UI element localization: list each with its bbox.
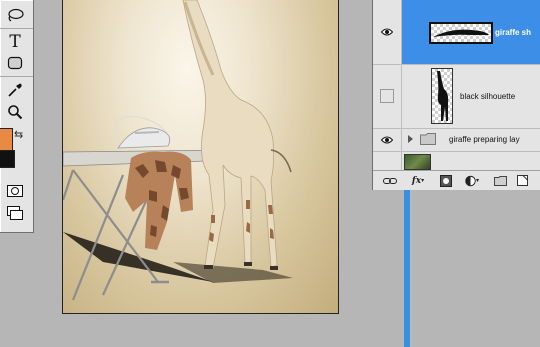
layers-panel: giraffe sh black silhouette giraffe prep… xyxy=(372,0,540,190)
foreground-color-swatch[interactable] xyxy=(0,128,13,152)
background-color-swatch[interactable] xyxy=(0,150,15,168)
layer-visibility-toggle[interactable] xyxy=(373,128,402,151)
folder-icon xyxy=(420,133,436,145)
layer-thumbnail xyxy=(404,154,431,170)
eye-icon xyxy=(381,136,393,143)
layer-row-giraffe-preparing-group[interactable]: giraffe preparing lay xyxy=(373,128,540,152)
fx-icon: fx xyxy=(411,175,422,186)
layer-name: black silhouette xyxy=(460,92,516,101)
panel-scrollbar[interactable] xyxy=(404,190,410,347)
adjustment-layer-icon xyxy=(465,175,476,186)
zoom-tool[interactable] xyxy=(2,101,28,123)
layers-panel-footer: fx ▾ ▾ xyxy=(373,170,540,190)
canvas-artwork xyxy=(63,0,293,301)
iron xyxy=(117,127,171,149)
expand-group-icon[interactable] xyxy=(407,135,414,143)
type-tool[interactable]: T xyxy=(2,31,28,53)
layer-visibility-toggle[interactable] xyxy=(373,0,402,64)
new-group-button[interactable] xyxy=(493,174,507,187)
swap-colors-icon[interactable]: ⇆ xyxy=(14,128,23,141)
layer-row-giraffe-shadow[interactable]: giraffe sh xyxy=(373,0,540,65)
rectangle-shape-tool[interactable] xyxy=(2,52,28,74)
tools-panel: T ⇆ xyxy=(0,0,34,233)
document-canvas[interactable] xyxy=(62,0,339,314)
eyedropper-tool[interactable] xyxy=(2,79,28,101)
new-layer-button[interactable] xyxy=(515,174,529,187)
link-layers-button[interactable] xyxy=(383,174,397,187)
layer-thumbnail xyxy=(429,22,493,44)
add-mask-icon xyxy=(440,174,452,187)
layer-visibility-toggle[interactable] xyxy=(373,64,402,128)
layer-name: giraffe sh xyxy=(495,28,532,37)
quick-mask-icon xyxy=(7,185,23,197)
magnifier-icon xyxy=(8,105,23,120)
type-icon: T xyxy=(9,32,21,52)
eyedropper-icon xyxy=(8,83,22,97)
rounded-rectangle-icon xyxy=(7,56,23,70)
layer-style-button[interactable]: fx ▾ xyxy=(411,174,425,187)
layer-row-image[interactable] xyxy=(373,151,540,170)
screen-mode-icon xyxy=(7,206,23,220)
adjustment-layer-button[interactable]: ▾ xyxy=(465,174,479,187)
new-group-icon xyxy=(493,175,507,186)
hidden-visibility-box xyxy=(380,89,394,103)
lasso-icon xyxy=(8,8,24,22)
eye-icon xyxy=(381,28,393,36)
link-icon xyxy=(383,177,397,184)
layer-row-black-silhouette[interactable]: black silhouette xyxy=(373,64,540,129)
layer-thumbnail xyxy=(431,68,453,124)
new-layer-icon xyxy=(516,175,528,186)
quick-mask-toggle[interactable] xyxy=(2,180,28,202)
layer-name: giraffe preparing lay xyxy=(449,135,520,144)
add-mask-button[interactable] xyxy=(439,174,453,187)
lasso-tool[interactable] xyxy=(2,4,28,26)
screen-mode-button[interactable] xyxy=(2,202,28,224)
layer-visibility-toggle[interactable] xyxy=(373,151,402,170)
